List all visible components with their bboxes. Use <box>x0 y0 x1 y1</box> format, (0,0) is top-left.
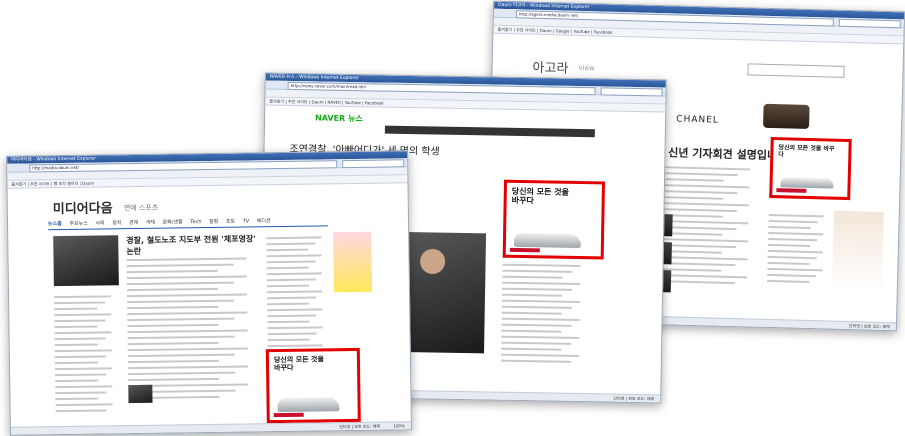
handbag-image[interactable] <box>763 103 810 129</box>
side-banner[interactable] <box>333 231 372 293</box>
display-ad[interactable]: 당신의 모든 것을 바꾸다 <box>769 136 852 201</box>
nav-tab[interactable]: 칼럼 <box>209 218 218 225</box>
car-image <box>277 397 340 413</box>
display-ad[interactable]: 당신의 모든 것을 바꾸다 <box>265 347 361 424</box>
ad-cta-button[interactable] <box>776 188 807 193</box>
ad-headline: 당신의 모든 것을 바꾸다 <box>778 144 835 159</box>
ad-cta-button[interactable] <box>509 247 540 253</box>
nav-tab[interactable]: 사회 <box>95 219 104 226</box>
article-headline-cont[interactable]: 논란 <box>126 246 141 257</box>
left-column-list <box>54 295 118 416</box>
nav-tab[interactable]: 에디션 <box>257 217 271 224</box>
sidebar-text <box>766 213 829 288</box>
page-logo-sub: view <box>578 63 595 73</box>
article-text <box>126 257 259 403</box>
right-column-list <box>266 236 328 357</box>
ad-headline: 당신의 모든 것을 바꾸다 <box>273 355 324 373</box>
status-text: 인터넷 | 보호 모드: 해제 <box>339 423 381 430</box>
browser-window-media-daum: 미디어다음 - Windows Internet Explorer http:/… <box>6 150 412 436</box>
nav-tab[interactable]: 주요뉴스 <box>69 220 87 227</box>
status-bar: 인터넷 | 보호 모드: 해제 100% <box>10 421 411 435</box>
nav-tab[interactable]: TV <box>243 218 250 224</box>
article-thumb[interactable] <box>128 384 153 404</box>
nav-tab[interactable]: 뉴스홈 <box>48 220 62 227</box>
page-logo[interactable]: NAVER 뉴스 <box>315 112 363 124</box>
side-ad[interactable] <box>831 210 884 292</box>
car-image <box>513 232 581 249</box>
nav-tab[interactable]: 정치 <box>112 219 121 226</box>
nav-tab[interactable]: 국제 <box>146 219 155 226</box>
display-ad[interactable]: 당신의 모든 것을 바꾸다 <box>502 179 606 260</box>
nav-tab[interactable]: Tech <box>190 219 201 225</box>
page-logo[interactable]: 아고라 <box>532 57 568 77</box>
headline-photo[interactable] <box>53 235 119 287</box>
zoom-level[interactable]: 100% <box>393 423 405 428</box>
nav-tab[interactable]: 문화/생활 <box>163 218 183 225</box>
nav-tab[interactable]: 포토 <box>226 218 235 225</box>
car-image <box>780 177 834 189</box>
search-field[interactable] <box>747 63 845 78</box>
search-box[interactable] <box>342 159 405 169</box>
brand-banner[interactable]: CHANEL <box>676 114 719 125</box>
article-headline[interactable]: 경찰, 철도노조 지도부 전원 '체포영장' <box>126 233 256 246</box>
ad-headline: 당신의 모든 것을 바꾸다 <box>511 186 569 206</box>
nav-tab[interactable]: 경제 <box>129 219 138 226</box>
page-logo[interactable]: 미디어다음 <box>53 197 113 217</box>
ad-cta-button[interactable] <box>273 412 304 418</box>
photo-person <box>411 246 453 297</box>
news-nav-bar <box>384 125 595 138</box>
main-nav: 뉴스홈 주요뉴스 사회 정치 경제 국제 문화/생활 Tech 칼럼 포토 TV… <box>47 216 329 231</box>
search-box[interactable] <box>600 87 663 97</box>
page-logo-sub: 연예 스포츠 <box>123 203 159 213</box>
search-box[interactable] <box>838 18 901 29</box>
article-text <box>500 263 588 367</box>
